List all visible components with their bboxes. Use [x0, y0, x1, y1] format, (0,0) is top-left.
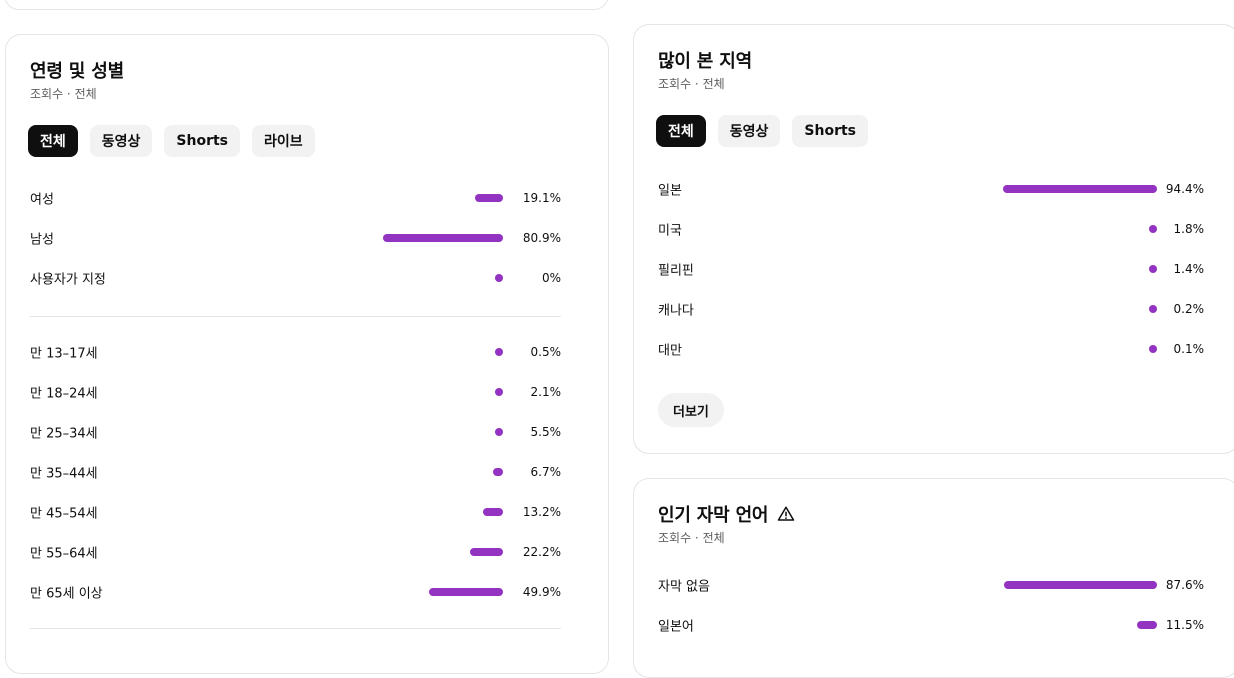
gender-list: 여성 19.1% 남성 80.9% 사용자가 지정 0% [30, 178, 561, 298]
show-more-button[interactable]: 더보기 [658, 393, 724, 427]
age-list: 만 13–17세 0.5% 만 18–24세 2.1% 만 25–34세 5.5% 만 35… [30, 332, 561, 612]
item-label: 일본 [658, 183, 682, 199]
item-label: 자막 없음 [658, 579, 710, 595]
language-list: 자막 없음 87.6% 일본어 11.5% [658, 565, 1204, 645]
item-percentage: 80.9% [522, 231, 561, 245]
item-percentage: 2.1% [530, 385, 562, 399]
item-percentage: 94.4% [1165, 182, 1204, 196]
percentage-bar [494, 428, 503, 436]
item-label: 캐나다 [658, 303, 694, 319]
filter-chip[interactable]: 라이브 [252, 125, 315, 157]
filter-chip[interactable]: 전체 [656, 115, 706, 147]
filter-chip[interactable]: 동영상 [717, 115, 781, 147]
list-item: 자막 없음 87.6% [658, 565, 1204, 605]
divider [30, 316, 561, 317]
percentage-bar [1149, 225, 1157, 233]
divider [30, 628, 561, 629]
card-subtitle: 조회수 · 전체 [30, 87, 97, 101]
item-label: 만 45–54세 [30, 506, 98, 522]
filter-chip[interactable]: Shorts [792, 115, 869, 147]
item-percentage: 19.1% [522, 191, 561, 205]
percentage-bar [474, 194, 503, 202]
filter-chips: 전체 동영상 Shorts [656, 115, 869, 147]
percentage-bar [1149, 265, 1157, 273]
item-label: 만 13–17세 [30, 346, 98, 362]
item-label: 일본어 [658, 619, 694, 635]
item-label: 만 65세 이상 [30, 586, 103, 602]
item-label: 사용자가 지정 [30, 272, 106, 288]
list-item: 일본 94.4% [658, 169, 1204, 209]
filter-chip[interactable]: Shorts [164, 125, 241, 157]
item-percentage: 0.2% [1173, 302, 1205, 316]
geography-card: 많이 본 지역 조회수 · 전체 전체 동영상 Shorts 일본 94.4% 미국 1.… [633, 24, 1234, 454]
item-percentage: 1.8% [1173, 222, 1205, 236]
item-label: 만 18–24세 [30, 386, 98, 402]
item-percentage: 87.6% [1165, 578, 1204, 592]
item-percentage: 0% [541, 271, 561, 285]
percentage-bar [483, 508, 503, 516]
percentage-bar [429, 588, 503, 596]
list-item: 필리핀 1.4% [658, 249, 1204, 289]
list-item: 만 35–44세 6.7% [30, 452, 561, 492]
percentage-bar [495, 274, 503, 282]
percentage-bar [495, 388, 503, 396]
list-item: 만 13–17세 0.5% [30, 332, 561, 372]
item-percentage: 49.9% [522, 585, 561, 599]
list-item: 여성 19.1% [30, 178, 561, 218]
list-item: 캐나다 0.2% [658, 289, 1204, 329]
percentage-bar [1003, 581, 1157, 589]
subtitle-languages-card: 인기 자막 언어 조회수 · 전체 자막 없음 87.6% 일본어 11.5% [633, 478, 1234, 678]
list-item: 만 25–34세 5.5% [30, 412, 561, 452]
age-gender-card: 연령 및 성별 조회수 · 전체 전체 동영상 Shorts 라이브 여성 19.1% 남… [5, 34, 609, 674]
list-item: 사용자가 지정 0% [30, 258, 561, 298]
warning-icon[interactable] [777, 505, 795, 523]
list-item: 만 45–54세 13.2% [30, 492, 561, 532]
item-percentage: 0.5% [530, 345, 562, 359]
percentage-bar [1136, 621, 1157, 629]
percentage-bar [1003, 185, 1157, 193]
filter-chip[interactable]: 전체 [28, 125, 78, 157]
percentage-bar [493, 468, 503, 476]
list-item: 일본어 11.5% [658, 605, 1204, 645]
card-title: 인기 자막 언어 [658, 505, 769, 526]
card-subtitle: 조회수 · 전체 [658, 77, 725, 91]
card-subtitle: 조회수 · 전체 [658, 531, 725, 545]
filter-chips: 전체 동영상 Shorts 라이브 [28, 125, 315, 157]
percentage-bar [383, 234, 503, 242]
item-label: 여성 [30, 192, 54, 208]
list-item: 만 65세 이상 49.9% [30, 572, 561, 612]
item-percentage: 1.4% [1173, 262, 1205, 276]
list-item: 만 18–24세 2.1% [30, 372, 561, 412]
item-percentage: 0.1% [1173, 342, 1205, 356]
list-item: 만 55–64세 22.2% [30, 532, 561, 572]
previous-card [4, 0, 609, 10]
item-label: 남성 [30, 232, 54, 248]
item-percentage: 6.7% [530, 465, 562, 479]
item-label: 필리핀 [658, 263, 694, 279]
card-title: 많이 본 지역 [658, 51, 752, 72]
geography-list: 일본 94.4% 미국 1.8% 필리핀 1.4% 캐나다 0.2% 대만 0.1% [658, 169, 1204, 369]
percentage-bar [1149, 345, 1157, 353]
percentage-bar [470, 548, 503, 556]
item-label: 만 25–34세 [30, 426, 98, 442]
percentage-bar [1149, 305, 1157, 313]
item-percentage: 22.2% [522, 545, 561, 559]
card-title: 연령 및 성별 [30, 61, 124, 82]
item-label: 대만 [658, 343, 682, 359]
item-label: 만 35–44세 [30, 466, 98, 482]
item-percentage: 11.5% [1165, 618, 1204, 632]
list-item: 대만 0.1% [658, 329, 1204, 369]
item-percentage: 13.2% [522, 505, 561, 519]
percentage-bar [495, 348, 503, 356]
list-item: 미국 1.8% [658, 209, 1204, 249]
filter-chip[interactable]: 동영상 [89, 125, 153, 157]
item-label: 미국 [658, 223, 682, 239]
item-label: 만 55–64세 [30, 546, 98, 562]
item-percentage: 5.5% [530, 425, 562, 439]
list-item: 남성 80.9% [30, 218, 561, 258]
